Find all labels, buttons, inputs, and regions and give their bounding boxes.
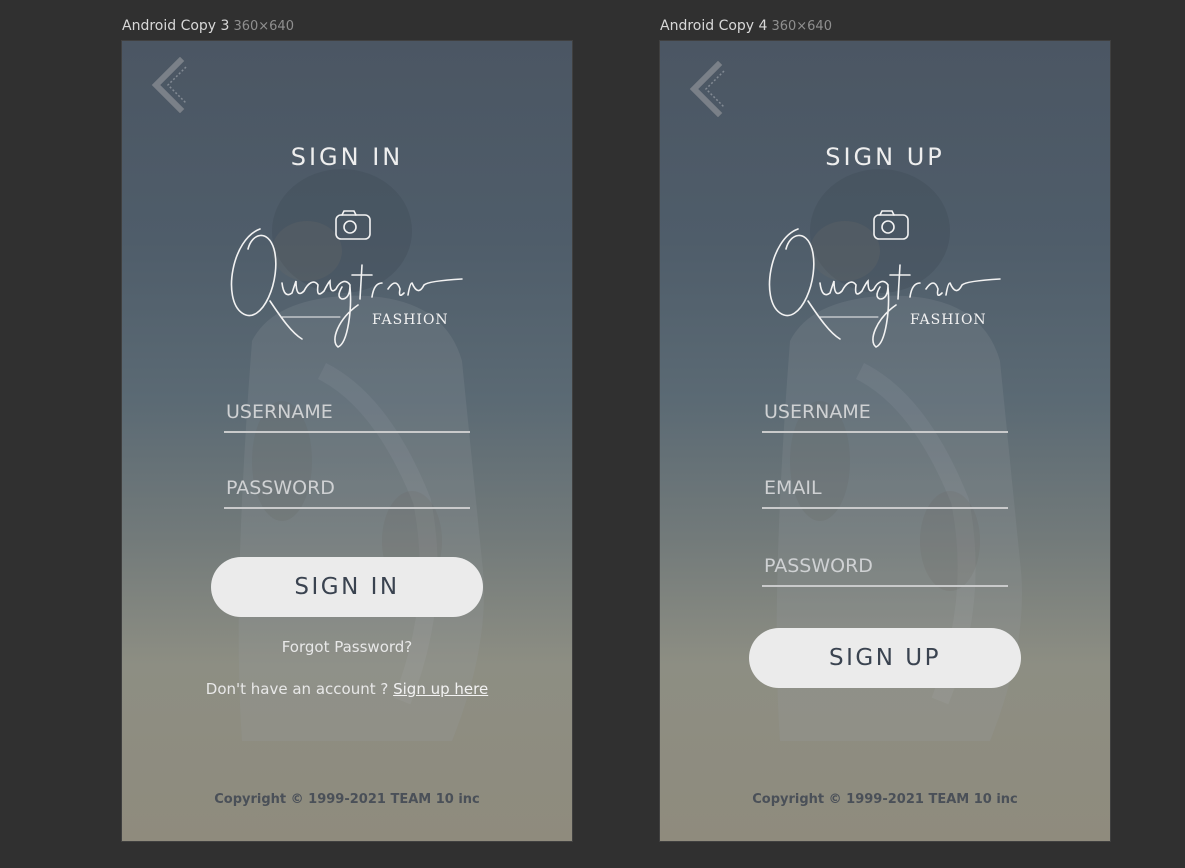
password-input[interactable]: [762, 547, 1008, 587]
forgot-password-link[interactable]: Forgot Password?: [122, 638, 572, 656]
copyright-text: Copyright © 1999-2021 TEAM 10 inc: [214, 792, 480, 807]
frame-dims: 360×640: [233, 19, 294, 34]
back-chevron-icon[interactable]: [146, 57, 190, 113]
back-chevron-icon[interactable]: [684, 61, 728, 117]
frame-dims: 360×640: [771, 19, 832, 34]
logo-subtitle: FASHION: [910, 312, 987, 328]
signup-button[interactable]: SIGN UP: [749, 628, 1021, 688]
email-input[interactable]: [762, 469, 1008, 509]
username-input[interactable]: [224, 393, 470, 433]
frame-label-signup: Android Copy 4 360×640: [660, 18, 832, 34]
copyright-text: Copyright © 1999-2021 TEAM 10 inc: [752, 792, 1018, 807]
page-title: SIGN IN: [290, 143, 404, 171]
brand-logo: FASHION: [230, 210, 463, 348]
frame-label-signin: Android Copy 3 360×640: [122, 18, 294, 34]
password-input[interactable]: [224, 469, 470, 509]
username-input[interactable]: [762, 393, 1008, 433]
signin-screen: SIGN IN FASHION SIGN IN Forgot Password?…: [122, 41, 572, 841]
page-title: SIGN UP: [825, 143, 945, 171]
signup-prompt: Don't have an account ? Sign up here: [122, 680, 572, 698]
brand-logo: FASHION: [768, 210, 1001, 348]
signup-prompt-text: Don't have an account ?: [205, 680, 389, 698]
signup-screen: SIGN UP FASHION SIGN UP Copyright © 1999…: [660, 41, 1110, 841]
signup-here-link[interactable]: Sign up here: [393, 680, 488, 698]
logo-subtitle: FASHION: [372, 312, 449, 328]
signin-button[interactable]: SIGN IN: [211, 557, 483, 617]
frame-name: Android Copy 3: [122, 18, 230, 34]
frame-name: Android Copy 4: [660, 18, 768, 34]
